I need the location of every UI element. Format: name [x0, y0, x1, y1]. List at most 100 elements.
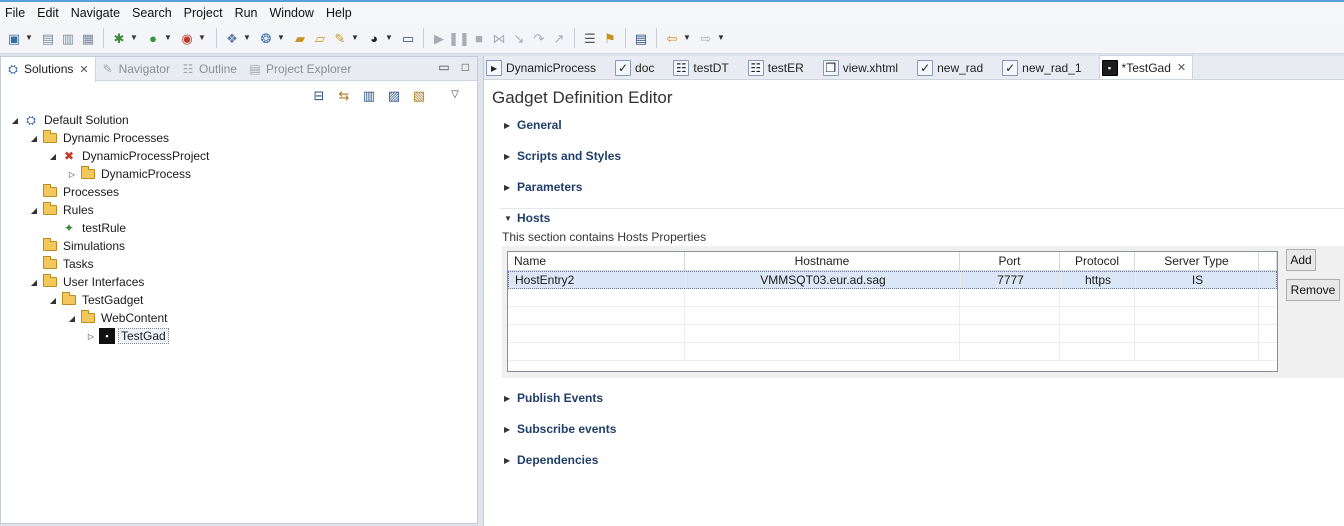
server-dropdown-icon[interactable]: ▼ — [277, 29, 285, 47]
expanded-twisty-icon[interactable]: ◢ — [66, 312, 78, 324]
back-dropdown-icon[interactable]: ▼ — [683, 29, 691, 47]
remove-button[interactable]: Remove — [1286, 279, 1340, 301]
new-project-icon[interactable]: ❖ — [223, 29, 241, 47]
server-icon[interactable]: ❂ — [257, 29, 275, 47]
section-scripts-and-styles[interactable]: ▶ Scripts and Styles — [504, 149, 621, 163]
user-icon[interactable]: ◕ — [365, 29, 383, 47]
expanded-twisty-icon[interactable]: ◢ — [9, 114, 21, 126]
suspend-icon[interactable]: ❚❚ — [448, 29, 470, 47]
new-icon[interactable]: ▣ — [5, 29, 23, 47]
collapsed-twisty-icon[interactable]: ▷ — [85, 330, 97, 342]
disconnect-icon[interactable]: ⋈ — [490, 29, 508, 47]
export-icon[interactable]: ▨ — [385, 86, 403, 104]
close-icon[interactable]: ✕ — [1177, 61, 1186, 74]
save-all-icon[interactable]: ▥ — [59, 29, 77, 47]
expanded-twisty-icon[interactable]: ◢ — [28, 132, 40, 144]
column-header-protocol[interactable]: Protocol — [1060, 252, 1135, 271]
forward-dropdown-icon[interactable]: ▼ — [717, 29, 725, 47]
close-icon[interactable]: ✕ — [79, 63, 88, 76]
add-button[interactable]: Add — [1286, 249, 1316, 271]
maximize-icon[interactable]: □ — [462, 60, 469, 74]
tab-solutions[interactable]: ⛭ Solutions ✕ — [1, 56, 96, 82]
tree-item[interactable]: ◢ ⛭ Default Solution — [1, 111, 477, 129]
back-arrow-icon[interactable]: ⇦ — [663, 29, 681, 47]
wand-icon[interactable]: ✎ — [331, 29, 349, 47]
tab-project-explorer[interactable]: ▤ Project Explorer — [243, 57, 357, 81]
import-icon[interactable]: ▧ — [410, 86, 428, 104]
collapsed-twisty-icon[interactable]: ▷ — [66, 168, 78, 180]
tree-item[interactable]: ◢ User Interfaces — [1, 273, 477, 291]
tree-item[interactable]: ◢ Dynamic Processes — [1, 129, 477, 147]
expanded-twisty-icon[interactable]: ◢ — [47, 294, 59, 306]
toggle-icon[interactable]: ▤ — [632, 29, 650, 47]
section-dependencies[interactable]: ▶ Dependencies — [504, 453, 598, 467]
hosts-table[interactable]: Name Hostname Port Protocol Server Type … — [507, 251, 1278, 372]
tree-item[interactable]: Tasks — [1, 255, 477, 273]
section-hosts[interactable]: ▼ Hosts — [504, 211, 550, 225]
tree-item[interactable]: ◢ ✖ DynamicProcessProject — [1, 147, 477, 165]
column-header-name[interactable]: Name — [508, 252, 685, 271]
open-folder-icon[interactable]: ▰ — [291, 29, 309, 47]
editor-tab[interactable]: ▸ DynamicProcess — [484, 56, 602, 79]
collapse-all-icon[interactable]: ⊟ — [310, 86, 328, 104]
section-parameters[interactable]: ▶ Parameters — [504, 180, 582, 194]
column-header-port[interactable]: Port — [960, 252, 1060, 271]
expanded-twisty-icon[interactable]: ◢ — [47, 150, 59, 162]
debug-dropdown-icon[interactable]: ▼ — [130, 29, 138, 47]
editor-tab[interactable]: ❐ view.xhtml — [821, 56, 904, 79]
run-dropdown-icon[interactable]: ▼ — [164, 29, 172, 47]
menu-edit[interactable]: Edit — [31, 3, 65, 23]
expanded-twisty-icon[interactable]: ◢ — [28, 204, 40, 216]
step-over-icon[interactable]: ↷ — [530, 29, 548, 47]
editor-tab[interactable]: ✓ new_rad_1 — [1000, 56, 1087, 79]
column-header-hostname[interactable]: Hostname — [685, 252, 960, 271]
tree-item[interactable]: Processes — [1, 183, 477, 201]
tree-item[interactable]: ◢ TestGadget — [1, 291, 477, 309]
menu-help[interactable]: Help — [320, 3, 358, 23]
table-row[interactable]: HostEntry2 VMMSQT03.eur.ad.sag 7777 https IS — [508, 271, 1277, 289]
tree-item[interactable]: ◢ WebContent — [1, 309, 477, 327]
run-icon[interactable]: ● — [144, 29, 162, 47]
menu-navigate[interactable]: Navigate — [65, 3, 126, 23]
new-dropdown-icon[interactable]: ▼ — [25, 29, 33, 47]
wand-dropdown-icon[interactable]: ▼ — [351, 29, 359, 47]
editor-tab[interactable]: ✓ doc — [613, 56, 660, 79]
chart-icon[interactable]: ▥ — [360, 86, 378, 104]
tree-item[interactable]: ✦ testRule — [1, 219, 477, 237]
step-into-icon[interactable]: ↘ — [510, 29, 528, 47]
tree-item[interactable]: ▷ DynamicProcess — [1, 165, 477, 183]
section-subscribe-events[interactable]: ▶ Subscribe events — [504, 422, 616, 436]
new-project-dropdown-icon[interactable]: ▼ — [243, 29, 251, 47]
menu-project[interactable]: Project — [178, 3, 229, 23]
menu-file[interactable]: File — [0, 3, 31, 23]
forward-arrow-icon[interactable]: ⇨ — [697, 29, 715, 47]
section-publish-events[interactable]: ▶ Publish Events — [504, 391, 603, 405]
open-file-icon[interactable]: ▱ — [311, 29, 329, 47]
editor-tab[interactable]: ✓ new_rad — [915, 56, 989, 79]
tree-item[interactable]: ▷ ▪ TestGad — [1, 327, 477, 345]
menu-run[interactable]: Run — [229, 3, 264, 23]
print-icon[interactable]: ▦ — [79, 29, 97, 47]
link-with-editor-icon[interactable]: ⇆ — [335, 86, 353, 104]
terminate-icon[interactable]: ■ — [470, 29, 488, 47]
section-general[interactable]: ▶ General — [504, 118, 562, 132]
tab-navigator[interactable]: ✎ Navigator — [96, 57, 176, 81]
step-return-icon[interactable]: ↗ — [550, 29, 568, 47]
menu-search[interactable]: Search — [126, 3, 178, 23]
editor-tab[interactable]: ▪ *TestGad ✕ — [1098, 55, 1194, 79]
debug-icon[interactable]: ✱ — [110, 29, 128, 47]
editor-tab[interactable]: ☷ testDT — [671, 56, 734, 79]
save-icon[interactable]: ▤ — [39, 29, 57, 47]
console-icon[interactable]: ▭ — [399, 29, 417, 47]
external-tools-dropdown-icon[interactable]: ▼ — [198, 29, 206, 47]
tab-outline[interactable]: ☷ Outline — [176, 57, 243, 81]
view-menu-icon[interactable]: ▽ — [446, 86, 464, 104]
external-tools-icon[interactable]: ◉ — [178, 29, 196, 47]
editor-tab[interactable]: ☷ testER — [746, 56, 810, 79]
resume-icon[interactable]: ▶ — [430, 29, 448, 47]
expanded-twisty-icon[interactable]: ◢ — [28, 276, 40, 288]
task-list-icon[interactable]: ☰ — [581, 29, 599, 47]
column-header-server-type[interactable]: Server Type — [1135, 252, 1259, 271]
annotation-icon[interactable]: ⚑ — [601, 29, 619, 47]
minimize-icon[interactable]: ▭ — [438, 60, 449, 74]
